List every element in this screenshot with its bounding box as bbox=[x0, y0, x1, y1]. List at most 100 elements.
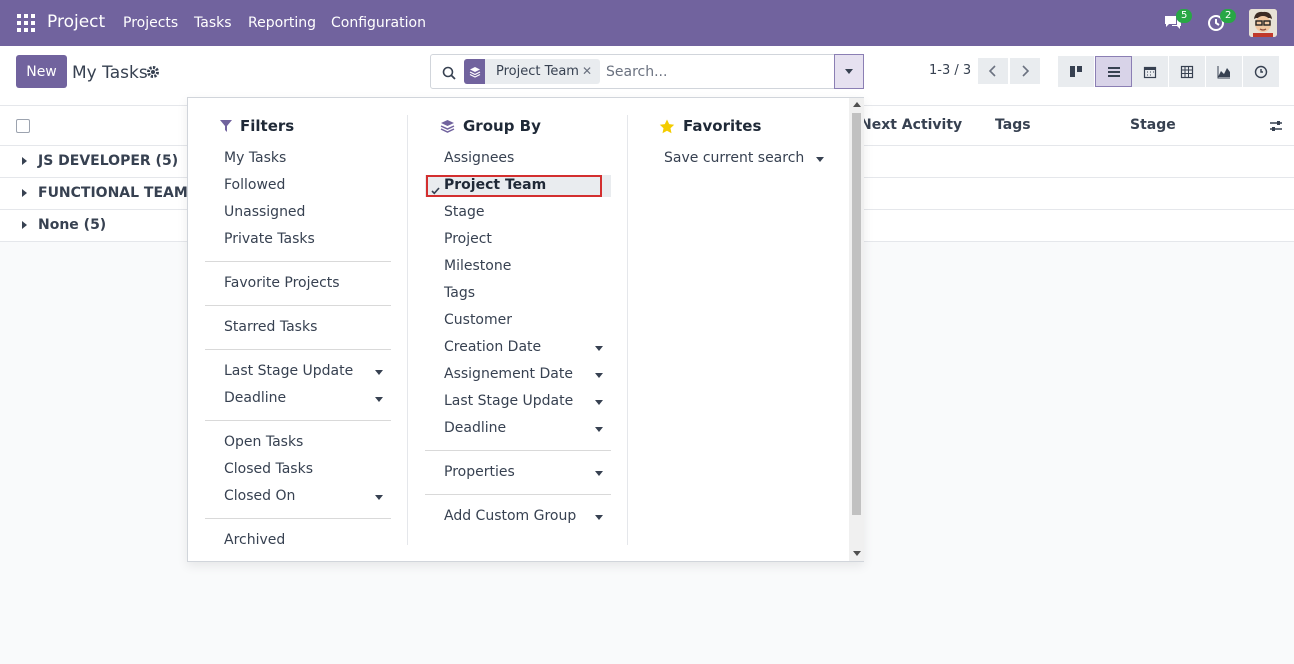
app-brand[interactable]: Project bbox=[47, 12, 105, 32]
groupby-title: Group By bbox=[440, 117, 541, 135]
groupby-stage[interactable]: Stage bbox=[444, 204, 484, 220]
star-icon bbox=[659, 119, 675, 133]
add-custom-group-select[interactable]: Add Custom Group bbox=[444, 508, 576, 524]
menu-tasks[interactable]: Tasks bbox=[194, 15, 232, 31]
menu-projects[interactable]: Projects bbox=[123, 15, 178, 31]
menu-configuration[interactable]: Configuration bbox=[331, 15, 426, 31]
filter-deadline[interactable]: Deadline bbox=[224, 390, 286, 406]
chat-badge: 5 bbox=[1176, 9, 1193, 23]
caret-down-icon bbox=[845, 69, 853, 74]
filters-title: Filters bbox=[220, 117, 294, 135]
calendar-view-icon[interactable] bbox=[1132, 56, 1169, 87]
filter-closed-on[interactable]: Closed On bbox=[224, 488, 295, 504]
groupby-deadline[interactable]: Deadline bbox=[444, 420, 506, 436]
filter-favorite-projects[interactable]: Favorite Projects bbox=[224, 275, 340, 291]
activity-view-icon[interactable] bbox=[1243, 56, 1280, 87]
activity-clock-icon[interactable]: 2 bbox=[1207, 9, 1237, 34]
graph-view-icon[interactable] bbox=[1206, 56, 1243, 87]
filter-unassigned[interactable]: Unassigned bbox=[224, 204, 305, 220]
caret-down-icon[interactable] bbox=[595, 427, 603, 432]
caret-down-icon[interactable] bbox=[375, 370, 383, 375]
groupby-last-stage-update[interactable]: Last Stage Update bbox=[444, 393, 573, 409]
pager-value[interactable]: 1-3 / 3 bbox=[929, 63, 971, 78]
pivot-view-icon[interactable] bbox=[1169, 56, 1206, 87]
groupby-tags[interactable]: Tags bbox=[444, 285, 475, 301]
filter-last-stage-update[interactable]: Last Stage Update bbox=[224, 363, 353, 379]
filter-starred-tasks[interactable]: Starred Tasks bbox=[224, 319, 317, 335]
caret-right-icon bbox=[22, 221, 27, 229]
apps-menu-icon[interactable] bbox=[17, 14, 35, 32]
caret-down-icon[interactable] bbox=[595, 400, 603, 405]
activity-badge: 2 bbox=[1220, 9, 1237, 23]
search-bar: Project Team ✕ bbox=[430, 54, 864, 89]
groupby-creation-date[interactable]: Creation Date bbox=[444, 339, 541, 355]
divider bbox=[425, 450, 611, 451]
divider bbox=[205, 518, 391, 519]
search-input[interactable] bbox=[606, 61, 826, 83]
divider bbox=[425, 494, 611, 495]
optional-columns-icon[interactable] bbox=[1269, 118, 1283, 137]
search-icon bbox=[442, 65, 456, 80]
pager-next-button[interactable] bbox=[1010, 58, 1040, 84]
dropdown-scrollbar[interactable] bbox=[849, 98, 864, 561]
groupby-title-label: Group By bbox=[463, 117, 541, 135]
filter-archived[interactable]: Archived bbox=[224, 532, 285, 548]
menu-reporting[interactable]: Reporting bbox=[248, 15, 316, 31]
groupby-project-team[interactable]: Project Team bbox=[444, 177, 546, 193]
column-next-activity[interactable]: Next Activity bbox=[860, 117, 962, 133]
group-label: JS DEVELOPER (5) bbox=[38, 153, 179, 169]
pager-previous-button[interactable] bbox=[978, 58, 1008, 84]
column-stage[interactable]: Stage bbox=[1130, 117, 1176, 133]
caret-down-icon[interactable] bbox=[595, 471, 603, 476]
divider bbox=[205, 261, 391, 262]
caret-down-icon[interactable] bbox=[816, 157, 824, 162]
search-facet: Project Team ✕ bbox=[464, 59, 600, 84]
caret-down-icon[interactable] bbox=[595, 346, 603, 351]
search-panel-dropdown: Filters My Tasks Followed Unassigned Pri… bbox=[187, 97, 864, 562]
caret-down-icon[interactable] bbox=[375, 495, 383, 500]
groupby-project[interactable]: Project bbox=[444, 231, 492, 247]
groupby-assignees[interactable]: Assignees bbox=[444, 150, 514, 166]
filter-icon bbox=[220, 120, 232, 132]
groupby-assignement-date[interactable]: Assignement Date bbox=[444, 366, 573, 382]
divider bbox=[205, 349, 391, 350]
breadcrumb: My Tasks bbox=[72, 63, 148, 83]
filters-title-label: Filters bbox=[240, 117, 295, 135]
scroll-down-icon[interactable] bbox=[853, 551, 861, 556]
groupby-customer[interactable]: Customer bbox=[444, 312, 512, 328]
kanban-view-icon[interactable] bbox=[1058, 56, 1095, 87]
select-all-checkbox[interactable] bbox=[16, 119, 30, 133]
view-switcher bbox=[1058, 56, 1280, 87]
caret-down-icon[interactable] bbox=[595, 515, 603, 520]
column-divider bbox=[407, 115, 408, 545]
facet-label: Project Team bbox=[496, 64, 579, 79]
new-button[interactable]: New bbox=[16, 55, 67, 88]
scroll-up-icon[interactable] bbox=[853, 102, 861, 107]
user-avatar[interactable] bbox=[1249, 9, 1277, 37]
filter-closed-tasks[interactable]: Closed Tasks bbox=[224, 461, 313, 477]
filter-private-tasks[interactable]: Private Tasks bbox=[224, 231, 315, 247]
divider bbox=[205, 305, 391, 306]
checkmark-icon bbox=[431, 180, 440, 195]
groupby-properties[interactable]: Properties bbox=[444, 464, 515, 480]
groupby-milestone[interactable]: Milestone bbox=[444, 258, 511, 274]
column-tags[interactable]: Tags bbox=[995, 117, 1031, 133]
search-panel-toggle[interactable] bbox=[834, 54, 864, 89]
gear-icon[interactable] bbox=[146, 64, 160, 78]
filter-followed[interactable]: Followed bbox=[224, 177, 285, 193]
save-current-search[interactable]: Save current search bbox=[664, 150, 804, 166]
group-label: None (5) bbox=[38, 217, 107, 233]
caret-right-icon bbox=[22, 157, 27, 165]
caret-down-icon[interactable] bbox=[595, 373, 603, 378]
scroll-thumb[interactable] bbox=[852, 113, 861, 515]
layers-icon bbox=[464, 59, 485, 84]
caret-right-icon bbox=[22, 189, 27, 197]
favorites-title: Favorites bbox=[659, 117, 761, 135]
layers-icon bbox=[440, 120, 455, 133]
chat-icon[interactable]: 5 bbox=[1163, 9, 1193, 34]
list-view-icon[interactable] bbox=[1095, 56, 1132, 87]
filter-open-tasks[interactable]: Open Tasks bbox=[224, 434, 303, 450]
facet-remove-icon[interactable]: ✕ bbox=[582, 64, 592, 78]
filter-my-tasks[interactable]: My Tasks bbox=[224, 150, 286, 166]
caret-down-icon[interactable] bbox=[375, 397, 383, 402]
